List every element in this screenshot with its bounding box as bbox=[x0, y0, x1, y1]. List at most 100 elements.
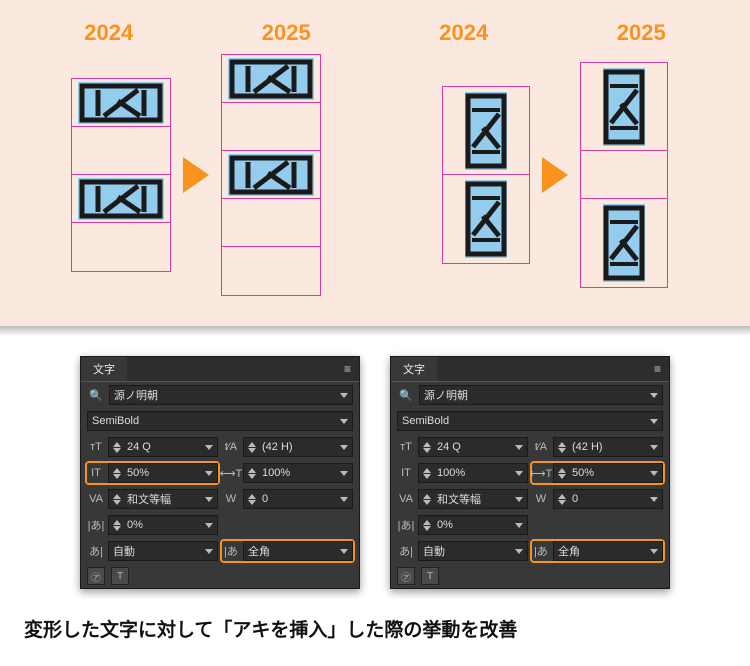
kerning-icon: VA bbox=[87, 493, 105, 505]
aki-left-field[interactable]: 自動 bbox=[108, 541, 218, 561]
year-label-2025-right: 2025 bbox=[553, 20, 731, 46]
stepper-icon[interactable] bbox=[423, 494, 433, 505]
panel-footer-icons: ㋐ T bbox=[391, 564, 669, 588]
leading-value: (42 H) bbox=[262, 441, 336, 453]
leading-value: (42 H) bbox=[572, 441, 646, 453]
aki-left-value: 自動 bbox=[423, 543, 511, 559]
font-weight-value: SemiBold bbox=[92, 415, 139, 427]
kerning-icon: VA bbox=[397, 493, 415, 505]
tracking-value: 0 bbox=[262, 493, 336, 505]
aki-left-icon: あ| bbox=[397, 543, 415, 559]
kerning-value: 和文等幅 bbox=[437, 491, 511, 507]
chevron-down-icon bbox=[340, 549, 348, 554]
panel-tab[interactable]: 文字 bbox=[81, 357, 127, 381]
font-family-field[interactable]: 源ノ明朝 bbox=[109, 385, 353, 405]
horizontal-scale-field[interactable]: 100% bbox=[243, 463, 353, 483]
tsume-icon: |あ| bbox=[397, 517, 415, 533]
glyph-flat bbox=[228, 154, 314, 196]
stepper-icon[interactable] bbox=[558, 468, 568, 479]
footer-icon[interactable]: T bbox=[111, 567, 129, 585]
stepper-icon[interactable] bbox=[248, 494, 258, 505]
horizontal-scale-field[interactable]: 50% bbox=[553, 463, 663, 483]
font-size-icon: тT bbox=[397, 441, 415, 453]
font-size-value: 24 Q bbox=[437, 441, 511, 453]
chevron-down-icon bbox=[515, 471, 523, 476]
font-weight-value: SemiBold bbox=[402, 415, 449, 427]
glyph-narrow bbox=[603, 204, 645, 282]
chevron-down-icon bbox=[515, 445, 523, 450]
font-size-icon: тT bbox=[87, 441, 105, 453]
stepper-icon[interactable] bbox=[423, 520, 433, 531]
arrow-icon bbox=[542, 157, 568, 193]
leading-icon: t⁄A bbox=[532, 441, 550, 453]
stepper-icon[interactable] bbox=[423, 442, 433, 453]
year-label-2025-left: 2025 bbox=[198, 20, 376, 46]
panel-menu-icon[interactable]: ≡ bbox=[336, 358, 359, 380]
chevron-down-icon bbox=[205, 445, 213, 450]
vertical-scale-value: 50% bbox=[127, 467, 201, 479]
chevron-down-icon bbox=[650, 393, 658, 398]
tsume-icon: |あ| bbox=[87, 517, 105, 533]
aki-right-icon: |あ bbox=[532, 543, 550, 559]
glyph-narrow bbox=[603, 68, 645, 146]
kerning-field[interactable]: 和文等幅 bbox=[418, 489, 528, 509]
tracking-field[interactable]: 0 bbox=[243, 489, 353, 509]
divider-shadow bbox=[0, 326, 750, 336]
aki-right-highlight: |あ 全角 bbox=[220, 539, 355, 563]
search-icon: 🔍 bbox=[87, 389, 105, 402]
chevron-down-icon bbox=[340, 445, 348, 450]
font-size-field[interactable]: 24 Q bbox=[418, 437, 528, 457]
stepper-icon[interactable] bbox=[248, 442, 258, 453]
chevron-down-icon bbox=[650, 445, 658, 450]
footer-icon[interactable]: T bbox=[421, 567, 439, 585]
stepper-icon[interactable] bbox=[113, 442, 123, 453]
aki-left-field[interactable]: 自動 bbox=[418, 541, 528, 561]
font-size-field[interactable]: 24 Q bbox=[108, 437, 218, 457]
leading-icon: t⁄A bbox=[222, 441, 240, 453]
frame-2024-v bbox=[442, 86, 530, 264]
footer-icon[interactable]: ㋐ bbox=[87, 567, 105, 585]
stepper-icon[interactable] bbox=[113, 468, 123, 479]
aki-right-field[interactable]: 全角 bbox=[553, 541, 663, 561]
glyph-flat bbox=[78, 178, 164, 220]
glyph-narrow bbox=[465, 92, 507, 170]
character-panel-left: 文字 ≡ 🔍 源ノ明朝 SemiBold тT 24 Q bbox=[80, 356, 360, 589]
tracking-icon: W bbox=[532, 493, 550, 505]
chevron-down-icon bbox=[515, 523, 523, 528]
chevron-down-icon bbox=[650, 471, 658, 476]
comparison-illustration: 2024 2025 2024 2025 bbox=[0, 0, 750, 326]
leading-field[interactable]: (42 H) bbox=[243, 437, 353, 457]
stepper-icon[interactable] bbox=[248, 468, 258, 479]
horizontal-scale-highlight: ⟷T 50% bbox=[530, 461, 665, 485]
chevron-down-icon bbox=[515, 549, 523, 554]
tsume-field[interactable]: 0% bbox=[418, 515, 528, 535]
font-family-field[interactable]: 源ノ明朝 bbox=[419, 385, 663, 405]
panel-menu-icon[interactable]: ≡ bbox=[646, 358, 669, 380]
chevron-down-icon bbox=[650, 549, 658, 554]
stepper-icon[interactable] bbox=[113, 494, 123, 505]
kerning-field[interactable]: 和文等幅 bbox=[108, 489, 218, 509]
tracking-field[interactable]: 0 bbox=[553, 489, 663, 509]
glyph-narrow bbox=[465, 180, 507, 258]
leading-field[interactable]: (42 H) bbox=[553, 437, 663, 457]
stepper-icon[interactable] bbox=[558, 494, 568, 505]
font-weight-field[interactable]: SemiBold bbox=[87, 411, 353, 431]
aki-right-field[interactable]: 全角 bbox=[243, 541, 353, 561]
stepper-icon[interactable] bbox=[558, 442, 568, 453]
character-panel-right: 文字 ≡ 🔍 源ノ明朝 SemiBold тT 24 Q bbox=[390, 356, 670, 589]
footer-icon[interactable]: ㋐ bbox=[397, 567, 415, 585]
horizontal-scale-icon: ⟷T bbox=[532, 467, 550, 480]
frame-2025-h bbox=[221, 54, 321, 296]
tsume-field[interactable]: 0% bbox=[108, 515, 218, 535]
vertical-scale-group bbox=[379, 62, 730, 288]
panel-header: 文字 ≡ bbox=[81, 357, 359, 382]
stepper-icon[interactable] bbox=[113, 520, 123, 531]
panel-footer-icons: ㋐ T bbox=[81, 564, 359, 588]
font-family-value: 源ノ明朝 bbox=[114, 387, 158, 403]
font-weight-field[interactable]: SemiBold bbox=[397, 411, 663, 431]
panel-tab[interactable]: 文字 bbox=[391, 357, 437, 381]
vertical-scale-field[interactable]: 100% bbox=[418, 463, 528, 483]
font-size-value: 24 Q bbox=[127, 441, 201, 453]
stepper-icon[interactable] bbox=[423, 468, 433, 479]
vertical-scale-field[interactable]: 50% bbox=[108, 463, 218, 483]
